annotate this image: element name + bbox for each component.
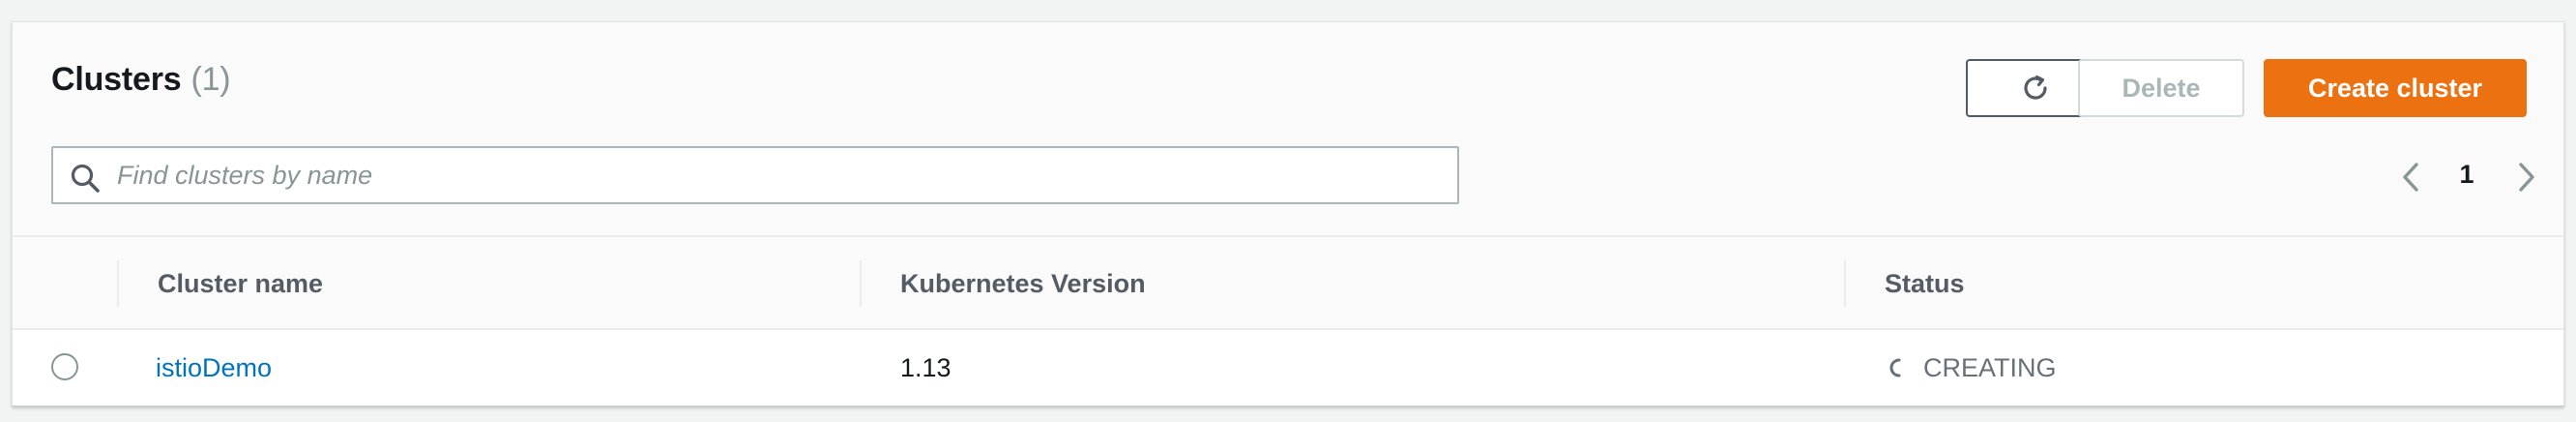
page-title: Clusters (1) xyxy=(51,61,231,99)
delete-button[interactable]: Delete xyxy=(2078,59,2244,117)
title-text: Clusters xyxy=(51,61,182,98)
chevron-left-icon xyxy=(2403,163,2418,192)
cluster-name-link[interactable]: istioDemo xyxy=(156,330,272,406)
clusters-panel: Clusters(1) Delete Create cluster 1 Clus… xyxy=(12,21,2564,407)
column-divider xyxy=(117,260,119,307)
search-input[interactable] xyxy=(117,156,1442,195)
table-row: istioDemo 1.13 CREATING xyxy=(13,330,2563,406)
create-cluster-button[interactable]: Create cluster xyxy=(2264,59,2527,117)
current-page-number[interactable]: 1 xyxy=(2451,160,2482,190)
column-header-kubernetes-version[interactable]: Kubernetes Version xyxy=(900,237,1146,330)
column-header-status[interactable]: Status xyxy=(1885,237,1965,330)
column-divider xyxy=(860,260,862,307)
next-page-button[interactable] xyxy=(2507,158,2546,196)
chevron-right-icon xyxy=(2519,163,2534,192)
table-header: Cluster name Kubernetes Version Status xyxy=(13,235,2563,330)
column-header-cluster-name[interactable]: Cluster name xyxy=(158,237,323,330)
status-cell: CREATING xyxy=(1888,330,2057,406)
cluster-count: (1) xyxy=(190,61,231,98)
spinner-icon xyxy=(1889,358,1901,377)
previous-page-button[interactable] xyxy=(2391,158,2430,196)
refresh-icon xyxy=(2024,75,2047,100)
kubernetes-version: 1.13 xyxy=(900,352,951,382)
row-select-radio[interactable] xyxy=(51,353,78,380)
status-text: CREATING xyxy=(1923,352,2057,382)
search-icon xyxy=(71,164,100,193)
search-field[interactable] xyxy=(51,146,1459,204)
column-divider xyxy=(1844,260,1846,307)
